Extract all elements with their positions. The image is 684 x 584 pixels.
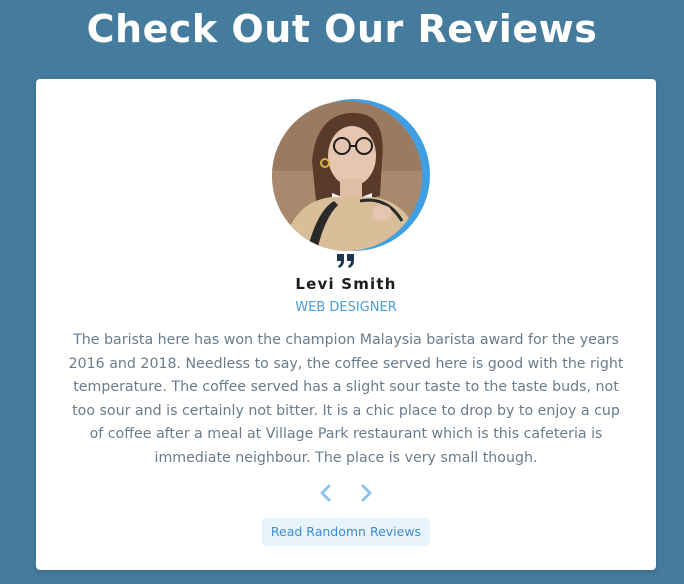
reviewer-role: Web Designer [295,300,397,315]
next-review-button[interactable] [356,483,376,503]
review-text: The barista here has won the champion Ma… [68,332,624,466]
prev-review-button[interactable] [316,483,336,503]
chevron-left-icon [320,484,331,502]
avatar [272,101,422,251]
chevron-right-icon [361,484,372,502]
reviewer-name: Levi Smith [295,275,397,293]
avatar-photo [272,101,422,251]
review-card: Levi Smith Web Designer The barista here… [36,79,656,570]
avatar-container [272,99,432,253]
random-reviews-button[interactable]: Read Randomn Reviews [262,518,430,546]
page-title: Check Out Our Reviews [86,7,598,51]
quote-icon [336,253,356,269]
